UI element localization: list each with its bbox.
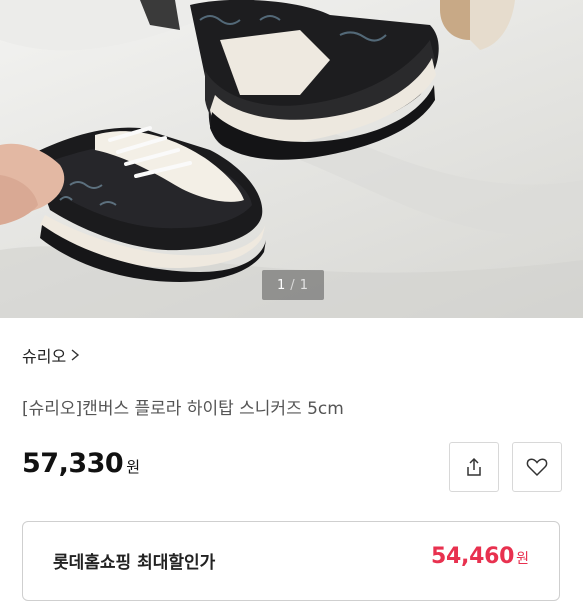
sale-price: 57,330 <box>22 448 124 479</box>
discount-currency: 원 <box>516 551 529 567</box>
price-row: 57,330 원 <box>22 448 140 479</box>
discount-price-wrap: 54,460 원 <box>431 544 529 569</box>
image-pager: 1 / 1 <box>262 270 324 300</box>
discount-label: 롯데홈쇼핑 최대할인가 <box>53 553 216 573</box>
pager-total: 1 <box>299 277 309 293</box>
pager-current: 1 <box>277 277 287 293</box>
chevron-right-icon <box>71 349 80 361</box>
heart-icon <box>526 458 548 477</box>
brand-link[interactable]: 슈리오 <box>22 343 80 367</box>
max-discount-box[interactable]: 롯데홈쇼핑 최대할인가 54,460 원 <box>22 521 560 601</box>
pager-separator: / <box>290 277 296 293</box>
share-button[interactable] <box>449 442 499 492</box>
product-title: [슈리오]캔버스 플로라 하이탑 스니커즈 5cm <box>22 399 344 419</box>
discount-price: 54,460 <box>431 544 515 569</box>
wishlist-button[interactable] <box>512 442 562 492</box>
share-icon <box>467 457 481 476</box>
brand-name: 슈리오 <box>22 347 67 366</box>
product-image[interactable]: 1 / 1 <box>0 0 583 318</box>
price-currency: 원 <box>126 458 141 476</box>
